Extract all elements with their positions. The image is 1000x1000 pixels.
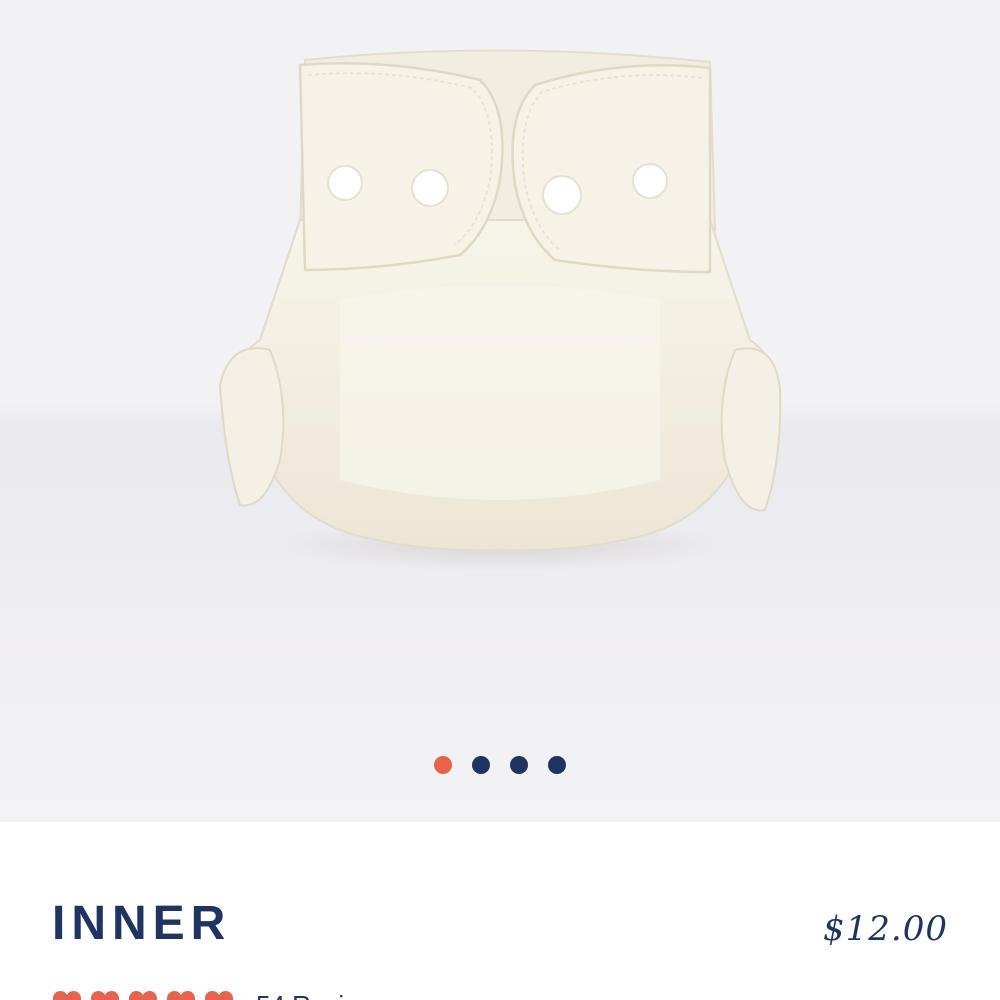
product-price: $12.00 (823, 909, 948, 949)
heart-icon (167, 991, 195, 1000)
heart-icon (205, 991, 233, 1000)
carousel-dot-4[interactable] (548, 756, 566, 774)
review-count[interactable]: 54 Reviews (256, 990, 390, 1000)
carousel-dot-3[interactable] (510, 756, 528, 774)
heart-icon (91, 991, 119, 1000)
product-image (218, 49, 782, 571)
product-page: INNER $12.00 54 Reviews (0, 0, 1000, 1000)
heart-icon (129, 991, 157, 1000)
carousel-indicators (0, 756, 1000, 774)
product-title: INNER (52, 897, 232, 950)
rating-row[interactable]: 54 Reviews (52, 990, 390, 1000)
product-info: INNER $12.00 54 Reviews (0, 822, 1000, 1000)
carousel-dot-2[interactable] (472, 756, 490, 774)
product-image-carousel[interactable] (0, 0, 1000, 822)
heart-icon (53, 991, 81, 1000)
carousel-dot-1[interactable] (434, 756, 452, 774)
